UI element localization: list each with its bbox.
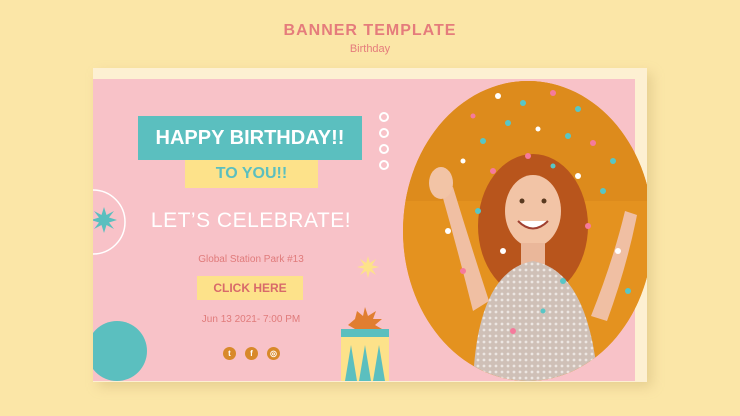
woman-confetti-illustration <box>403 81 647 381</box>
event-location: Global Station Park #13 <box>198 254 304 265</box>
circle-outline-decoration <box>93 189 126 255</box>
click-here-button[interactable]: CLICK HERE <box>197 276 303 300</box>
gift-box-decoration <box>341 307 389 381</box>
yellow-sun-icon <box>357 256 379 278</box>
twitter-icon[interactable]: t <box>223 347 236 360</box>
tagline: LET’S CELEBRATE! <box>150 209 352 232</box>
teal-semicircle-decoration <box>93 321 147 381</box>
banner-pink-panel: HAPPY BIRTHDAY!! TO YOU!! LET’S CELEBRAT… <box>93 79 647 381</box>
facebook-icon[interactable]: f <box>245 347 258 360</box>
headline: HAPPY BIRTHDAY!! <box>138 116 362 160</box>
dot-decoration <box>379 160 389 170</box>
birthday-photo <box>403 81 647 381</box>
template-subtitle: Birthday <box>349 43 391 55</box>
event-date: Jun 13 2021- 7:00 PM <box>201 314 301 325</box>
dot-decoration <box>379 144 389 154</box>
subheadline: TO YOU!! <box>185 160 318 188</box>
banner-card: HAPPY BIRTHDAY!! TO YOU!! LET’S CELEBRAT… <box>93 68 647 382</box>
instagram-icon[interactable]: ◎ <box>267 347 280 360</box>
dot-decoration <box>379 112 389 122</box>
template-title: BANNER TEMPLATE <box>283 22 457 39</box>
dot-decoration <box>379 128 389 138</box>
